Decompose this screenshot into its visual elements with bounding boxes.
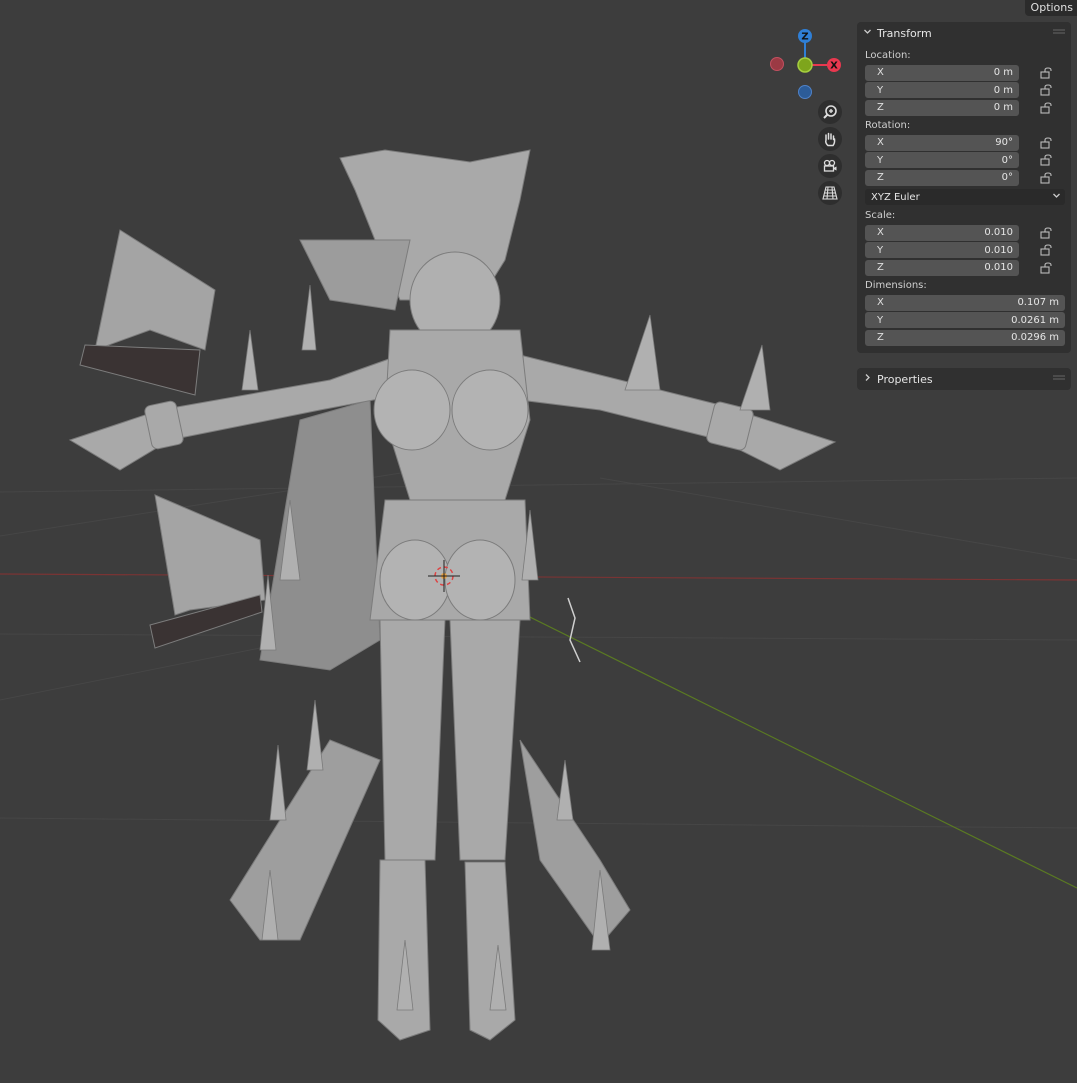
location-z-row: Z 0 m — [865, 99, 1065, 116]
field-axis-label: X — [877, 297, 884, 308]
camera-icon — [823, 159, 837, 172]
field-value: 0.0261 m — [1011, 314, 1059, 326]
perspective-grid-icon — [822, 186, 838, 200]
pan-button[interactable] — [818, 127, 842, 151]
field-axis-label: X — [877, 227, 884, 238]
lock-icon[interactable] — [1039, 171, 1055, 185]
scale-y-row: Y 0.010 — [865, 242, 1065, 259]
field-axis-label: Z — [877, 332, 884, 343]
field-value: 0.0296 m — [1011, 332, 1059, 343]
field-axis-label: Z — [877, 172, 884, 183]
x-axis-line — [0, 573, 1077, 581]
location-y-field[interactable]: Y 0 m — [865, 82, 1019, 98]
field-axis-label: Y — [877, 84, 884, 96]
field-axis-label: Z — [877, 102, 884, 113]
hand-pan-icon — [825, 132, 836, 147]
z-axis-label: Z — [801, 32, 808, 43]
field-value: 0 m — [993, 102, 1013, 113]
lock-icon[interactable] — [1039, 136, 1055, 150]
location-x-row: X 0 m — [865, 64, 1065, 81]
dimensions-z-row: Z 0.0296 m — [865, 329, 1065, 346]
field-axis-label: Y — [877, 244, 884, 256]
chevron-down-icon — [863, 27, 873, 39]
rotation-mode-select[interactable]: XYZ Euler — [865, 189, 1065, 205]
x-axis-label: X — [830, 61, 838, 72]
scale-z-field[interactable]: Z 0.010 — [865, 259, 1019, 276]
light-object-icon[interactable] — [567, 597, 581, 663]
field-value: 0.010 — [984, 227, 1013, 238]
field-axis-label: Z — [877, 262, 884, 273]
neg-x-axis-icon[interactable] — [770, 57, 784, 71]
dimensions-x-row: X 0.107 m — [865, 294, 1065, 311]
scale-z-row: Z 0.010 — [865, 259, 1065, 276]
scale-y-field[interactable]: Y 0.010 — [865, 242, 1019, 258]
y-axis-icon[interactable] — [797, 57, 813, 73]
properties-panel: Properties — [857, 368, 1071, 390]
character-model[interactable] — [68, 149, 837, 1041]
lock-icon[interactable] — [1039, 101, 1055, 115]
field-value: 0 m — [993, 67, 1013, 78]
location-z-field[interactable]: Z 0 m — [865, 99, 1019, 116]
rotation-z-field[interactable]: Z 0° — [865, 169, 1019, 186]
rotation-mode-value: XYZ Euler — [871, 191, 920, 203]
drag-handle-icon[interactable] — [1053, 28, 1065, 39]
rotation-x-row: X 90° — [865, 134, 1065, 151]
options-dropdown[interactable]: Options — [1024, 0, 1077, 16]
lock-icon[interactable] — [1039, 153, 1055, 167]
dimensions-y-field[interactable]: Y 0.0261 m — [865, 312, 1065, 328]
dimensions-z-field[interactable]: Z 0.0296 m — [865, 329, 1065, 346]
field-axis-label: Y — [877, 314, 884, 326]
field-value: 0.010 — [984, 262, 1013, 273]
camera-view-button[interactable] — [818, 154, 842, 178]
location-y-row: Y 0 m — [865, 82, 1065, 99]
rotation-z-row: Z 0° — [865, 169, 1065, 186]
lock-icon[interactable] — [1039, 261, 1055, 275]
rotation-x-field[interactable]: X 90° — [865, 134, 1019, 151]
chevron-right-icon — [863, 373, 873, 385]
properties-title: Properties — [877, 372, 933, 386]
scale-label: Scale: — [865, 210, 896, 221]
field-value: 0.107 m — [1017, 297, 1059, 308]
navigation-gizmo[interactable]: Z X — [765, 28, 845, 100]
field-value: 0.010 — [984, 244, 1013, 256]
location-x-field[interactable]: X 0 m — [865, 64, 1019, 81]
field-axis-label: Y — [877, 154, 884, 166]
rotation-y-row: Y 0° — [865, 152, 1065, 169]
rotation-label: Rotation: — [865, 120, 911, 131]
scale-x-row: X 0.010 — [865, 224, 1065, 241]
drag-handle-icon[interactable] — [1053, 374, 1065, 385]
scale-x-field[interactable]: X 0.010 — [865, 224, 1019, 241]
zoom-icon — [823, 105, 837, 119]
zoom-button[interactable] — [818, 100, 842, 124]
lock-icon[interactable] — [1039, 243, 1055, 257]
field-value: 0 m — [993, 84, 1013, 96]
chevron-down-icon — [1052, 191, 1061, 203]
dimensions-label: Dimensions: — [865, 280, 927, 291]
field-value: 0° — [1001, 172, 1013, 183]
transform-header[interactable]: Transform — [857, 22, 1071, 44]
perspective-toggle-button[interactable] — [818, 181, 842, 205]
options-label: Options — [1030, 1, 1073, 14]
dimensions-y-row: Y 0.0261 m — [865, 312, 1065, 329]
location-label: Location: — [865, 50, 911, 61]
lock-icon[interactable] — [1039, 83, 1055, 97]
properties-header[interactable]: Properties — [857, 368, 1071, 390]
transform-panel: Transform Location: X 0 m Y 0 m Z 0 m Rotat… — [857, 22, 1071, 353]
field-value: 0° — [1001, 154, 1013, 166]
field-value: 90° — [995, 137, 1013, 148]
neg-z-axis-icon[interactable] — [798, 85, 812, 99]
field-axis-label: X — [877, 137, 884, 148]
lock-icon[interactable] — [1039, 226, 1055, 240]
field-axis-label: X — [877, 67, 884, 78]
lock-icon[interactable] — [1039, 66, 1055, 80]
dimensions-x-field[interactable]: X 0.107 m — [865, 294, 1065, 311]
transform-title: Transform — [877, 26, 932, 40]
rotation-y-field[interactable]: Y 0° — [865, 152, 1019, 168]
